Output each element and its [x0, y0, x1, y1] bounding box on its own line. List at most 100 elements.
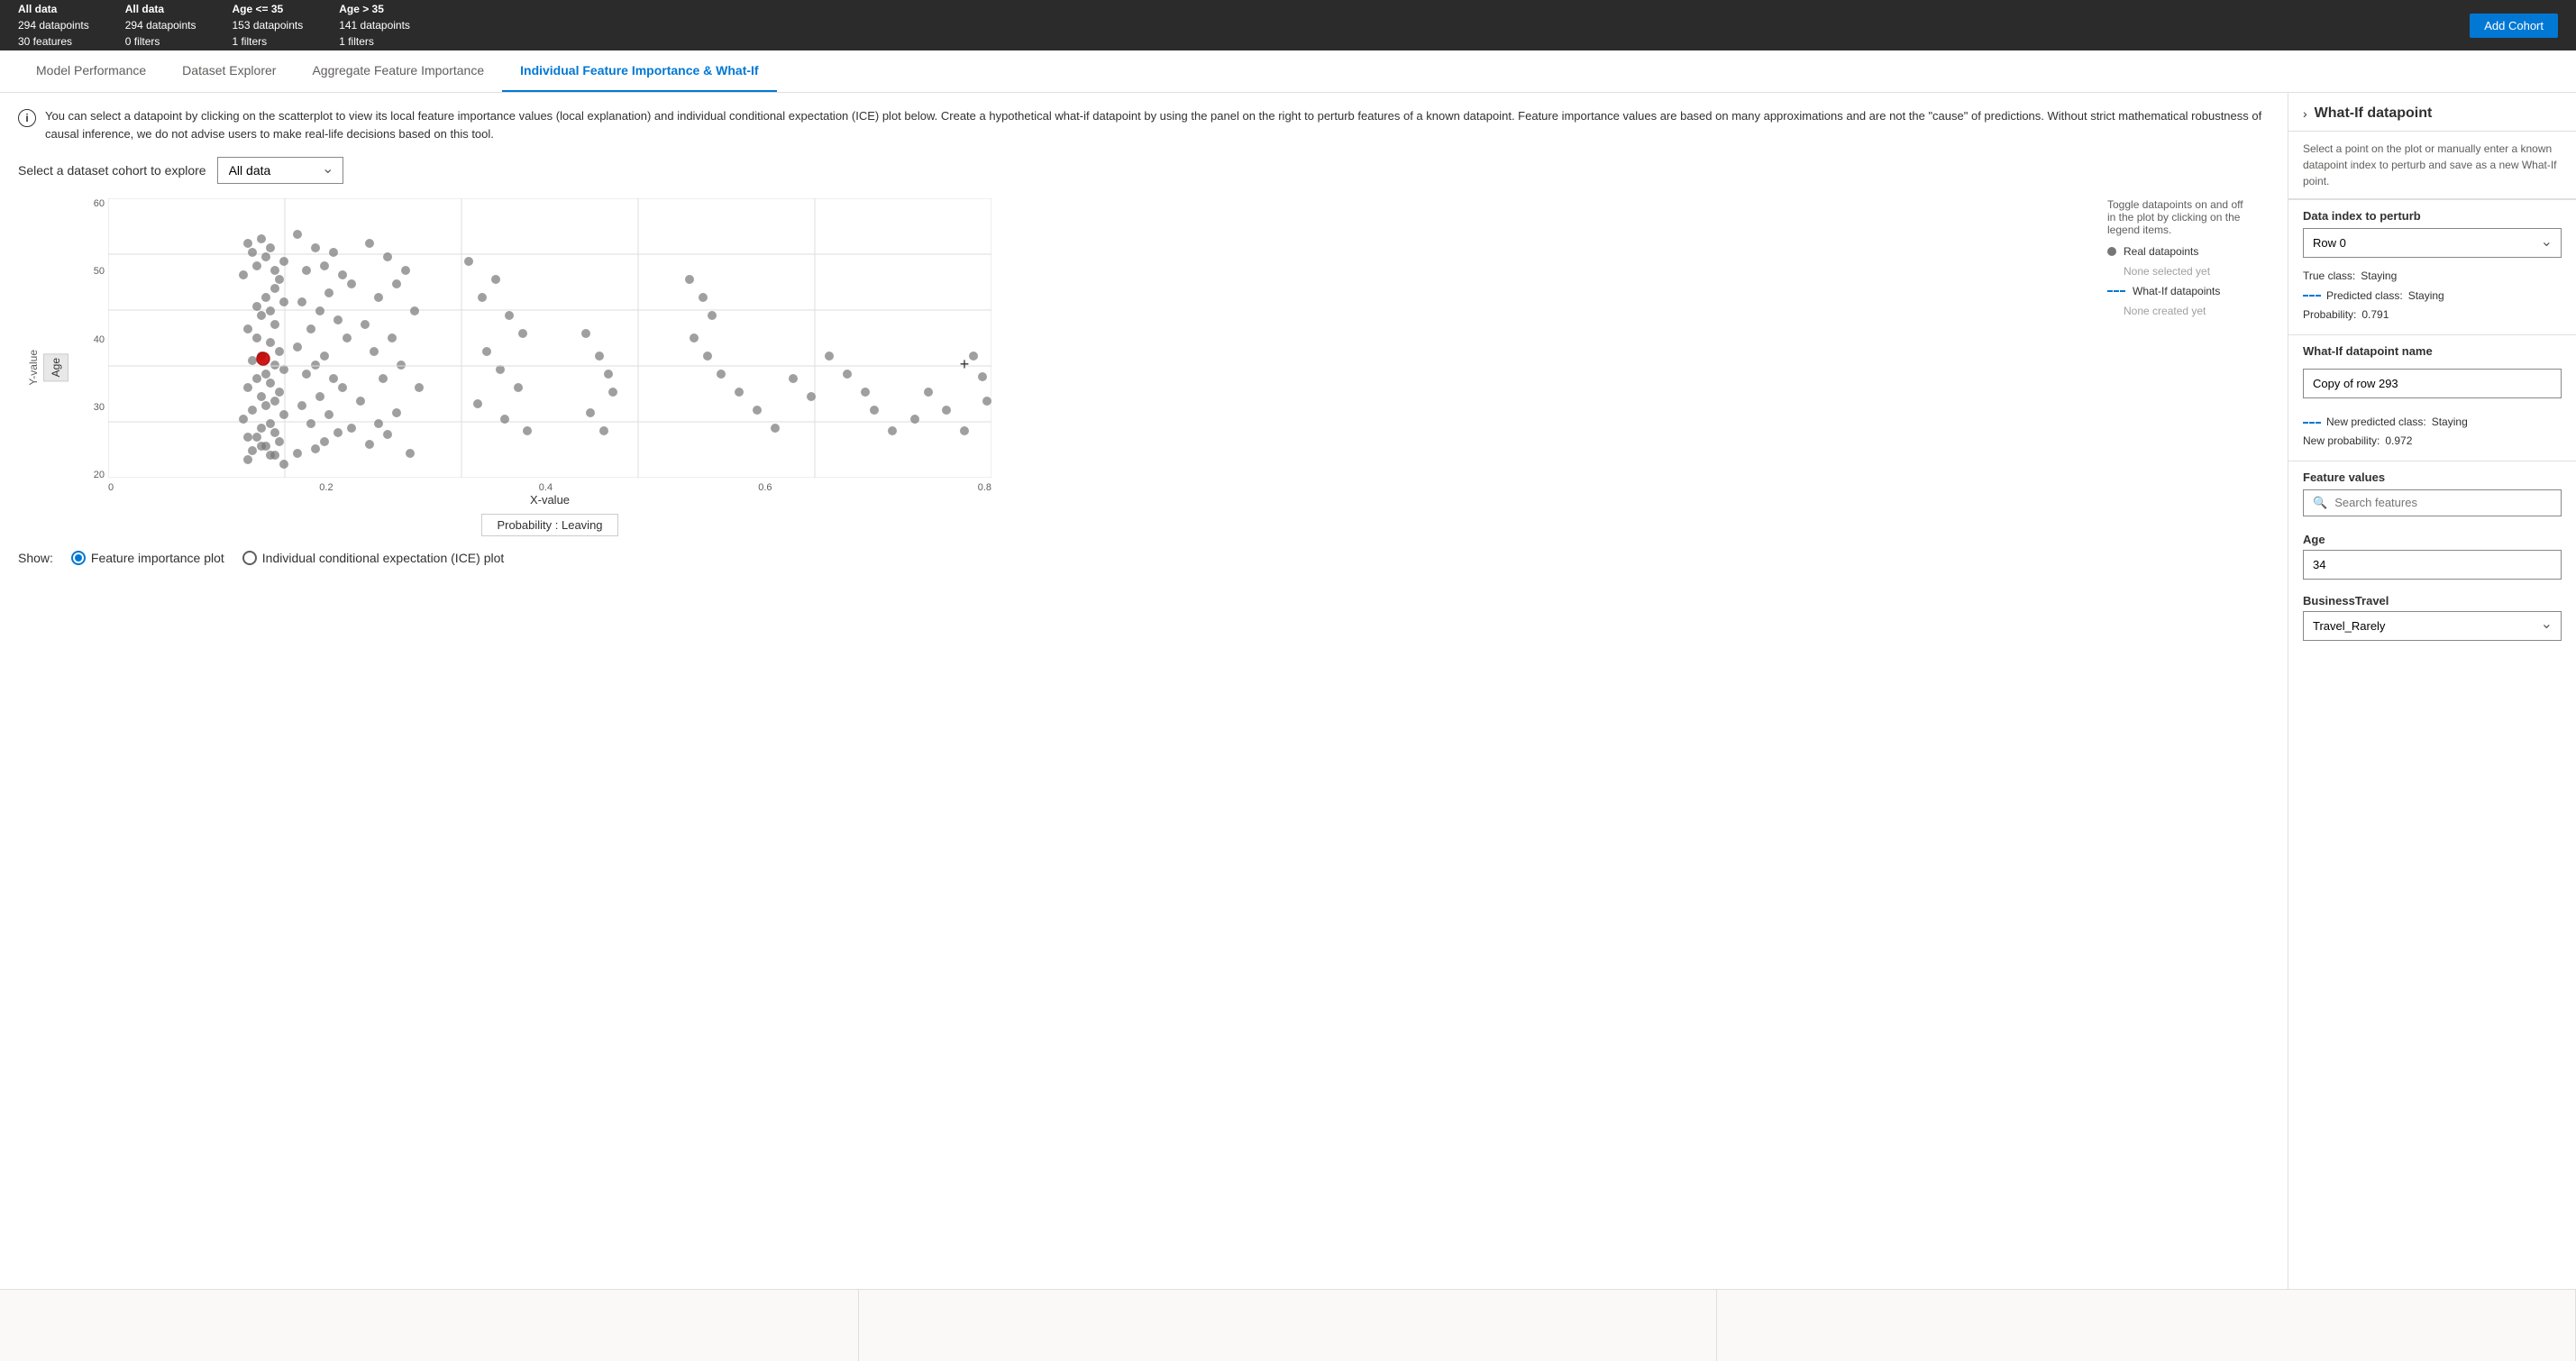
bottom-chart-1 [0, 1290, 859, 1361]
chart-with-yaxis: 60 50 40 30 20 [83, 198, 991, 480]
legend-toggle-text: Toggle datapoints on and off in the plot… [2107, 198, 2252, 236]
y-axis-label-text: Y-value [27, 350, 40, 386]
cohort-all-data-2-label: All data [125, 1, 196, 17]
predicted-class-value: Staying [2408, 287, 2444, 306]
y-tick-50: 50 [83, 266, 105, 277]
y-axis-group: Y-value Age [27, 350, 81, 386]
chart-and-axes: 60 50 40 30 20 [83, 198, 991, 536]
true-class-label: True class: [2303, 267, 2355, 287]
cohort-dropdown-wrapper[interactable]: All data Age <= 35 Age > 35 [217, 157, 343, 184]
radio-ice-plot-circle [242, 551, 257, 565]
cohort-all-data-1-label: All data [18, 1, 89, 17]
legend-real-none-text: None selected yet [2124, 265, 2210, 278]
scatter-plot[interactable]: + [108, 198, 991, 480]
business-travel-dropdown[interactable]: Travel_Rarely Travel_Frequently Non-Trav… [2303, 611, 2562, 641]
cohort-age-gt-35-label: Age > 35 [339, 1, 410, 17]
tab-individual-feature[interactable]: Individual Feature Importance & What-If [502, 50, 776, 92]
whatif-name-label: What-If datapoint name [2303, 344, 2562, 358]
legend-real-none: None selected yet [2107, 263, 2252, 278]
predicted-class-label: Predicted class: [2326, 287, 2403, 306]
y-tick-labels: 60 50 40 30 20 [83, 198, 108, 480]
cohort-all-data-1: All data 294 datapoints 30 features [18, 1, 89, 50]
radio-ice-plot[interactable]: Individual conditional expectation (ICE)… [242, 551, 505, 565]
business-travel-label: BusinessTravel [2303, 594, 2562, 607]
x-tick-06: 0.6 [758, 482, 772, 493]
new-probability-label: New probability: [2303, 432, 2380, 452]
x-axis-title: X-value [530, 493, 570, 507]
y-tick-30: 30 [83, 402, 105, 413]
legend-real-datapoints: Real datapoints [2107, 245, 2252, 258]
radio-feature-importance-label: Feature importance plot [91, 551, 224, 565]
business-travel-dropdown-wrapper[interactable]: Travel_Rarely Travel_Frequently Non-Trav… [2303, 611, 2562, 641]
y-axis-sublabel: Age [43, 353, 69, 381]
legend-whatif-none: None created yet [2107, 303, 2252, 317]
right-panel: › What-If datapoint Select a point on th… [2288, 93, 2576, 1289]
info-text: You can select a datapoint by clicking o… [45, 107, 2270, 142]
new-predicted-class-label: New predicted class: [2326, 413, 2426, 433]
feature-values-label: Feature values [2303, 470, 2562, 484]
whatif-name-input[interactable] [2303, 369, 2562, 398]
y-tick-40: 40 [83, 334, 105, 345]
cohort-selector-label: Select a dataset cohort to explore [18, 163, 206, 178]
predicted-class-dashed-icon [2303, 295, 2321, 297]
whatif-header: › What-If datapoint [2288, 93, 2576, 132]
chevron-right-icon[interactable]: › [2303, 106, 2307, 121]
radio-feature-importance[interactable]: Feature importance plot [71, 551, 224, 565]
x-tick-08: 0.8 [978, 482, 991, 493]
cohort-all-data-2-filters: 0 filters [125, 33, 196, 50]
radio-feature-importance-circle [71, 551, 86, 565]
tab-aggregate-feature[interactable]: Aggregate Feature Importance [294, 50, 502, 92]
search-icon: 🔍 [2313, 496, 2327, 510]
cohort-selector: Select a dataset cohort to explore All d… [18, 157, 2270, 184]
data-index-dropdown[interactable]: Row 0 Row 1 Row 293 [2303, 228, 2562, 258]
search-input[interactable] [2334, 496, 2552, 509]
add-cohort-button[interactable]: Add Cohort [2470, 14, 2558, 38]
tab-model-performance[interactable]: Model Performance [18, 50, 164, 92]
new-predicted-dashed-icon [2303, 422, 2321, 424]
new-predicted-class-row: New predicted class: Staying [2303, 413, 2562, 433]
cohort-age-gt-35-filters: 1 filters [339, 33, 410, 50]
x-tick-0: 0 [108, 482, 114, 493]
data-index-label: Data index to perturb [2303, 209, 2562, 223]
y-tick-60: 60 [83, 198, 105, 209]
chart-container: Y-value Age 60 50 40 30 20 [27, 198, 2270, 536]
business-travel-section: BusinessTravel Travel_Rarely Travel_Freq… [2288, 587, 2576, 655]
info-banner: i You can select a datapoint by clicking… [18, 107, 2270, 142]
data-index-section: Data index to perturb Row 0 Row 1 Row 29… [2288, 199, 2576, 334]
search-box[interactable]: 🔍 [2303, 489, 2562, 516]
left-panel: i You can select a datapoint by clicking… [0, 93, 2288, 1289]
age-field-section: Age [2288, 525, 2576, 587]
probability-value: 0.791 [2361, 306, 2389, 325]
cohort-dropdown[interactable]: All data Age <= 35 Age > 35 [217, 157, 343, 184]
probability-row: Probability: 0.791 [2303, 306, 2562, 325]
y-axis-label: Y-value [27, 350, 40, 386]
cohort-all-data-2-datapoints: 294 datapoints [125, 17, 196, 33]
cohort-age-lte-35-datapoints: 153 datapoints [232, 17, 303, 33]
legend-whatif-dot [2107, 290, 2125, 292]
age-input[interactable] [2303, 550, 2562, 580]
new-class-info: New predicted class: Staying New probabi… [2288, 407, 2576, 461]
legend-real-dot [2107, 247, 2116, 256]
x-axis-labels: 0 0.2 0.4 0.6 0.8 [83, 482, 991, 493]
new-probability-value: 0.972 [2385, 432, 2412, 452]
predicted-class-row: Predicted class: Staying [2303, 287, 2562, 306]
show-section: Show: Feature importance plot Individual… [18, 551, 2270, 565]
legend-whatif-datapoints: What-If datapoints [2107, 285, 2252, 297]
legend-real-label: Real datapoints [2124, 245, 2198, 258]
chart-area: Y-value Age 60 50 40 30 20 [27, 198, 2270, 536]
cohort-age-gt-35-datapoints: 141 datapoints [339, 17, 410, 33]
tab-dataset-explorer[interactable]: Dataset Explorer [164, 50, 294, 92]
info-icon: i [18, 109, 36, 127]
x-title-group: X-value Probability : Leaving [83, 493, 991, 536]
whatif-title: What-If datapoint [2315, 105, 2433, 122]
class-info: True class: Staying Predicted class: Sta… [2303, 267, 2562, 325]
scatter-svg[interactable]: + [108, 198, 991, 478]
x-label-box: Probability : Leaving [481, 514, 617, 536]
new-probability-row: New probability: 0.972 [2303, 432, 2562, 452]
whatif-name-section: What-If datapoint name [2288, 334, 2576, 407]
data-index-dropdown-wrapper[interactable]: Row 0 Row 1 Row 293 [2303, 228, 2562, 258]
cohort-age-lte-35-label: Age <= 35 [232, 1, 303, 17]
nav-tabs: Model Performance Dataset Explorer Aggre… [0, 50, 2576, 93]
svg-text:+: + [960, 355, 970, 373]
probability-label: Probability: [2303, 306, 2356, 325]
